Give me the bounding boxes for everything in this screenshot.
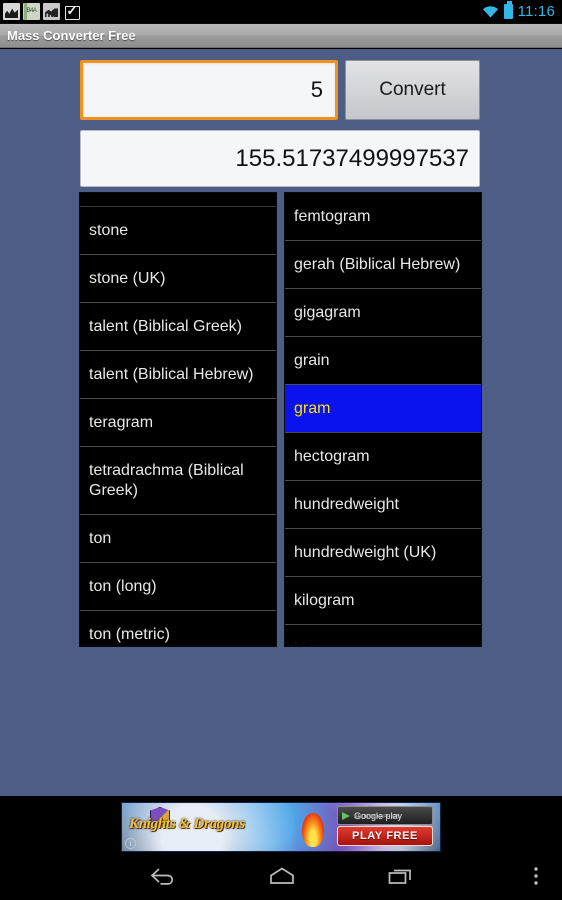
list-item[interactable]: gigagram	[285, 289, 481, 337]
to-list-items: femtogram gerah (Biblical Hebrew) gigagram…	[285, 193, 481, 646]
recents-icon[interactable]	[356, 852, 446, 900]
app-title: Mass Converter Free	[7, 28, 136, 43]
battery-icon	[503, 1, 513, 19]
ad-flame-decoration	[302, 813, 324, 847]
home-icon[interactable]	[237, 852, 327, 900]
from-unit-list[interactable]: stone stone (UK) talent (Biblical Greek) ta…	[79, 192, 277, 647]
list-item[interactable]: teragram	[80, 399, 276, 447]
overflow-menu-icon[interactable]	[516, 852, 556, 900]
basic4android-icon	[23, 3, 40, 20]
list-item[interactable]: ton	[80, 515, 276, 563]
ad-info-icon[interactable]: i	[125, 838, 136, 849]
list-item[interactable]: gerah (Biblical Hebrew)	[285, 241, 481, 289]
list-item[interactable]: talent (Biblical Greek)	[80, 303, 276, 351]
list-item[interactable]: ton (metric)	[80, 611, 276, 646]
navigation-bar	[0, 852, 562, 900]
list-item[interactable]: gram	[285, 385, 481, 433]
app-body: Convert 155.51737499997537 stonestone (U…	[0, 49, 562, 796]
status-bar: 11:16	[0, 0, 562, 24]
list-item[interactable]: grain	[285, 337, 481, 385]
checkbox-icon	[63, 3, 80, 20]
play-free-button[interactable]: PLAY FREE	[337, 826, 433, 846]
convert-button[interactable]: Convert	[345, 60, 480, 120]
status-bar-right: 11:16	[482, 1, 562, 20]
google-play-badge-toptext: ANDROID APP ON	[354, 814, 400, 820]
unit-lists: stone stone (UK) talent (Biblical Greek) ta…	[79, 192, 483, 647]
from-list-partial-item-top[interactable]	[80, 193, 276, 207]
chart-icon	[43, 3, 60, 20]
list-item[interactable]: tetradrachma (Biblical Greek)	[80, 447, 276, 515]
list-item[interactable]: femtogram	[285, 193, 481, 241]
google-play-badge[interactable]: Google play ANDROID APP ON	[337, 806, 433, 825]
wifi-icon	[482, 5, 499, 18]
clock: 11:16	[517, 3, 555, 20]
list-item[interactable]: talent (Biblical Hebrew)	[80, 351, 276, 399]
value-input[interactable]	[80, 60, 338, 120]
list-item[interactable]: stone (UK)	[80, 255, 276, 303]
list-item[interactable]: kilogram	[285, 577, 481, 625]
list-item[interactable]: hundredweight (UK)	[285, 529, 481, 577]
list-item[interactable]: hectogram	[285, 433, 481, 481]
to-unit-list[interactable]: femtogram gerah (Biblical Hebrew) gigagram…	[284, 192, 482, 647]
result-field: 155.51737499997537	[80, 130, 480, 187]
title-bar: Mass Converter Free	[0, 24, 562, 48]
list-item[interactable]: stone	[80, 207, 276, 255]
notification-icons	[0, 3, 80, 20]
list-item[interactable]: ton (long)	[80, 563, 276, 611]
input-row: Convert	[80, 60, 480, 120]
list-item[interactable]: hundredweight	[285, 481, 481, 529]
ad-title: Knights & Dragons	[129, 816, 245, 832]
gallery-icon	[3, 3, 20, 20]
back-icon[interactable]	[118, 852, 208, 900]
from-list-items: stone stone (UK) talent (Biblical Greek) ta…	[80, 193, 276, 646]
list-item[interactable]: kip	[285, 625, 481, 646]
ad-banner[interactable]: Knights & Dragons Google play ANDROID APP…	[121, 802, 441, 852]
